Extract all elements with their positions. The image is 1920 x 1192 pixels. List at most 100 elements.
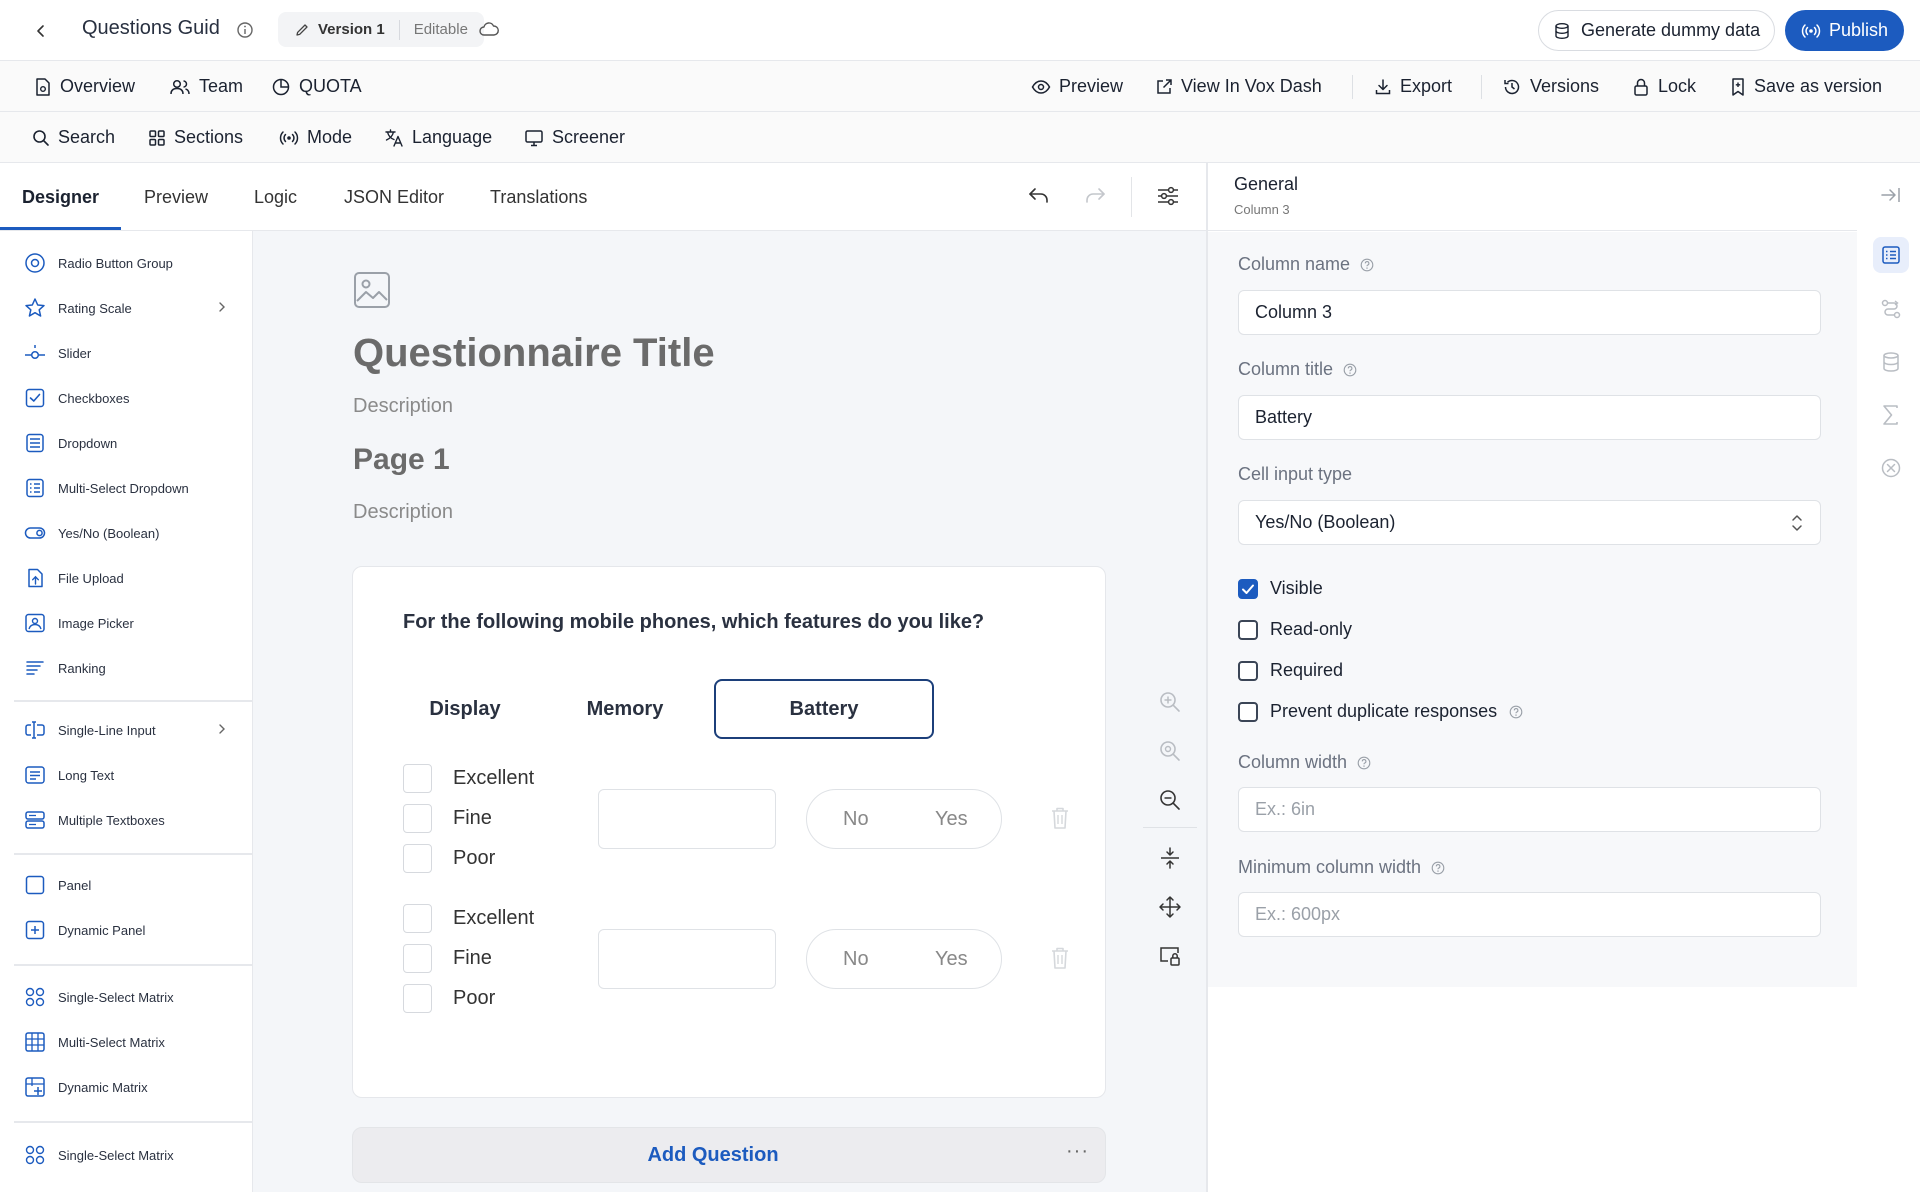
read-only-checkbox[interactable]: Read-only [1238, 619, 1352, 640]
toolbox-item-panel[interactable]: Panel [0, 863, 252, 907]
toolbox-item-multi-select-matrix[interactable]: Multi-Select Matrix [0, 1020, 252, 1064]
trash-icon[interactable] [1050, 806, 1070, 830]
back-button[interactable] [28, 18, 54, 44]
redo-icon[interactable] [1083, 185, 1107, 207]
option-checkbox[interactable] [403, 763, 432, 793]
version-badge[interactable]: Version 1 Editable [278, 12, 484, 47]
publish-button[interactable]: Publish [1785, 10, 1905, 51]
tab-json-editor[interactable]: JSON Editor [344, 187, 444, 208]
overview-button[interactable]: Overview [34, 61, 135, 112]
cell-input-type-select[interactable]: Yes/No (Boolean) [1238, 500, 1821, 545]
option-row[interactable]: Fine [403, 943, 492, 973]
toolbox-item-dynamic-panel[interactable]: Dynamic Panel [0, 908, 252, 952]
column-name-input[interactable]: Column 3 [1238, 290, 1821, 335]
page-description[interactable]: Description [353, 501, 453, 524]
cell-boolean-toggle[interactable]: No Yes [806, 929, 1002, 989]
option-checkbox[interactable] [403, 803, 432, 833]
help-icon[interactable] [1357, 756, 1371, 770]
properties-section-header[interactable]: General Column 3 [1208, 163, 1858, 231]
toolbox-item-image-picker[interactable]: Image Picker [0, 601, 252, 645]
help-icon[interactable] [1431, 861, 1445, 875]
option-checkbox[interactable] [403, 903, 432, 933]
expand-icon[interactable] [1155, 892, 1185, 922]
option-row[interactable]: Excellent [403, 903, 534, 933]
tab-designer[interactable]: Designer [22, 187, 99, 208]
logic-branch-icon[interactable] [1873, 291, 1909, 327]
toolbox-item-yes-no-boolean[interactable]: Yes/No (Boolean) [0, 511, 252, 555]
toolbox-item-radio-button-group[interactable]: Radio Button Group [0, 241, 252, 285]
help-icon[interactable] [1343, 363, 1357, 377]
option-row[interactable]: Excellent [403, 763, 534, 793]
option-checkbox[interactable] [403, 843, 432, 873]
sigma-icon[interactable] [1873, 397, 1909, 433]
toolbox-item-single-select-matrix[interactable]: Single-Select Matrix [0, 975, 252, 1019]
required-checkbox[interactable]: Required [1238, 660, 1343, 681]
tab-preview[interactable]: Preview [144, 187, 208, 208]
option-checkbox[interactable] [403, 983, 432, 1013]
min-column-width-input[interactable]: Ex.: 600px [1238, 892, 1821, 937]
tab-logic[interactable]: Logic [254, 187, 297, 208]
toolbox-item-multi-select-dropdown[interactable]: Multi-Select Dropdown [0, 466, 252, 510]
column-title-input[interactable]: Battery [1238, 395, 1821, 440]
tab-translations[interactable]: Translations [490, 187, 587, 208]
cell-boolean-toggle[interactable]: No Yes [806, 789, 1002, 849]
info-icon[interactable] [236, 21, 254, 39]
prevent-duplicate-checkbox[interactable]: Prevent duplicate responses [1238, 701, 1523, 722]
lock-button[interactable]: Lock [1632, 61, 1696, 112]
survey-title[interactable]: Questionnaire Title [353, 331, 715, 376]
help-icon[interactable] [1360, 258, 1374, 272]
toolbox-item-single-line-input[interactable]: Single-Line Input [0, 708, 252, 752]
team-button[interactable]: Team [169, 61, 243, 112]
checkbox-checked[interactable] [1238, 578, 1258, 599]
help-icon[interactable] [1509, 705, 1523, 719]
column-header-memory[interactable]: Memory [515, 679, 735, 739]
generate-dummy-data-button[interactable]: Generate dummy data [1538, 10, 1776, 51]
lock-screen-icon[interactable] [1155, 941, 1185, 971]
language-button[interactable]: Language [384, 112, 492, 163]
toolbox-item-rating-scale[interactable]: Rating Scale [0, 286, 252, 330]
toolbox-item-dropdown[interactable]: Dropdown [0, 421, 252, 465]
column-header-battery[interactable]: Battery [714, 679, 934, 739]
save-as-version-button[interactable]: Save as version [1730, 61, 1882, 112]
quota-button[interactable]: QUOTA [271, 61, 362, 112]
chevron-right-icon[interactable] [216, 723, 228, 735]
sliders-icon[interactable] [1156, 185, 1180, 207]
toolbox-item-long-text[interactable]: Long Text [0, 753, 252, 797]
toolbox-item-checkboxes[interactable]: Checkboxes [0, 376, 252, 420]
toolbox-item-multiple-textboxes[interactable]: Multiple Textboxes [0, 798, 252, 842]
survey-description[interactable]: Description [353, 395, 453, 418]
screener-button[interactable]: Screener [524, 112, 625, 163]
visible-checkbox[interactable]: Visible [1238, 578, 1323, 599]
database-icon[interactable] [1873, 344, 1909, 380]
view-in-vox-dash-button[interactable]: View In Vox Dash [1155, 61, 1322, 112]
column-width-input[interactable]: Ex.: 6in [1238, 787, 1821, 832]
zoom-out-icon[interactable] [1155, 785, 1185, 815]
toolbox-item-file-upload[interactable]: File Upload [0, 556, 252, 600]
cell-text-input[interactable] [598, 789, 776, 849]
chevron-right-icon[interactable] [216, 301, 228, 313]
mode-button[interactable]: Mode [279, 112, 352, 163]
cell-text-input[interactable] [598, 929, 776, 989]
checkbox-unchecked[interactable] [1238, 660, 1258, 681]
export-button[interactable]: Export [1374, 61, 1452, 112]
image-placeholder-icon[interactable] [353, 271, 391, 309]
collapse-icon[interactable] [1155, 843, 1185, 873]
option-row[interactable]: Poor [403, 843, 495, 873]
question-title[interactable]: For the following mobile phones, which f… [403, 611, 984, 634]
question-card[interactable]: For the following mobile phones, which f… [352, 566, 1106, 1098]
toolbox-item-ranking[interactable]: Ranking [0, 646, 252, 690]
zoom-reset-icon[interactable] [1155, 736, 1185, 766]
collapse-panel-icon[interactable] [1873, 177, 1909, 213]
toolbox-item-dynamic-matrix[interactable]: Dynamic Matrix [0, 1065, 252, 1109]
versions-button[interactable]: Versions [1502, 61, 1599, 112]
search-button[interactable]: Search [32, 112, 115, 163]
add-question-button[interactable]: Add Question [353, 1144, 1073, 1167]
checkbox-unchecked[interactable] [1238, 619, 1258, 640]
option-checkbox[interactable] [403, 943, 432, 973]
toolbox-item-slider[interactable]: Slider [0, 331, 252, 375]
preview-button[interactable]: Preview [1031, 61, 1123, 112]
general-properties-icon[interactable] [1873, 237, 1909, 273]
zoom-in-icon[interactable] [1155, 687, 1185, 717]
page-name[interactable]: Page 1 [353, 443, 450, 477]
undo-icon[interactable] [1027, 185, 1051, 207]
